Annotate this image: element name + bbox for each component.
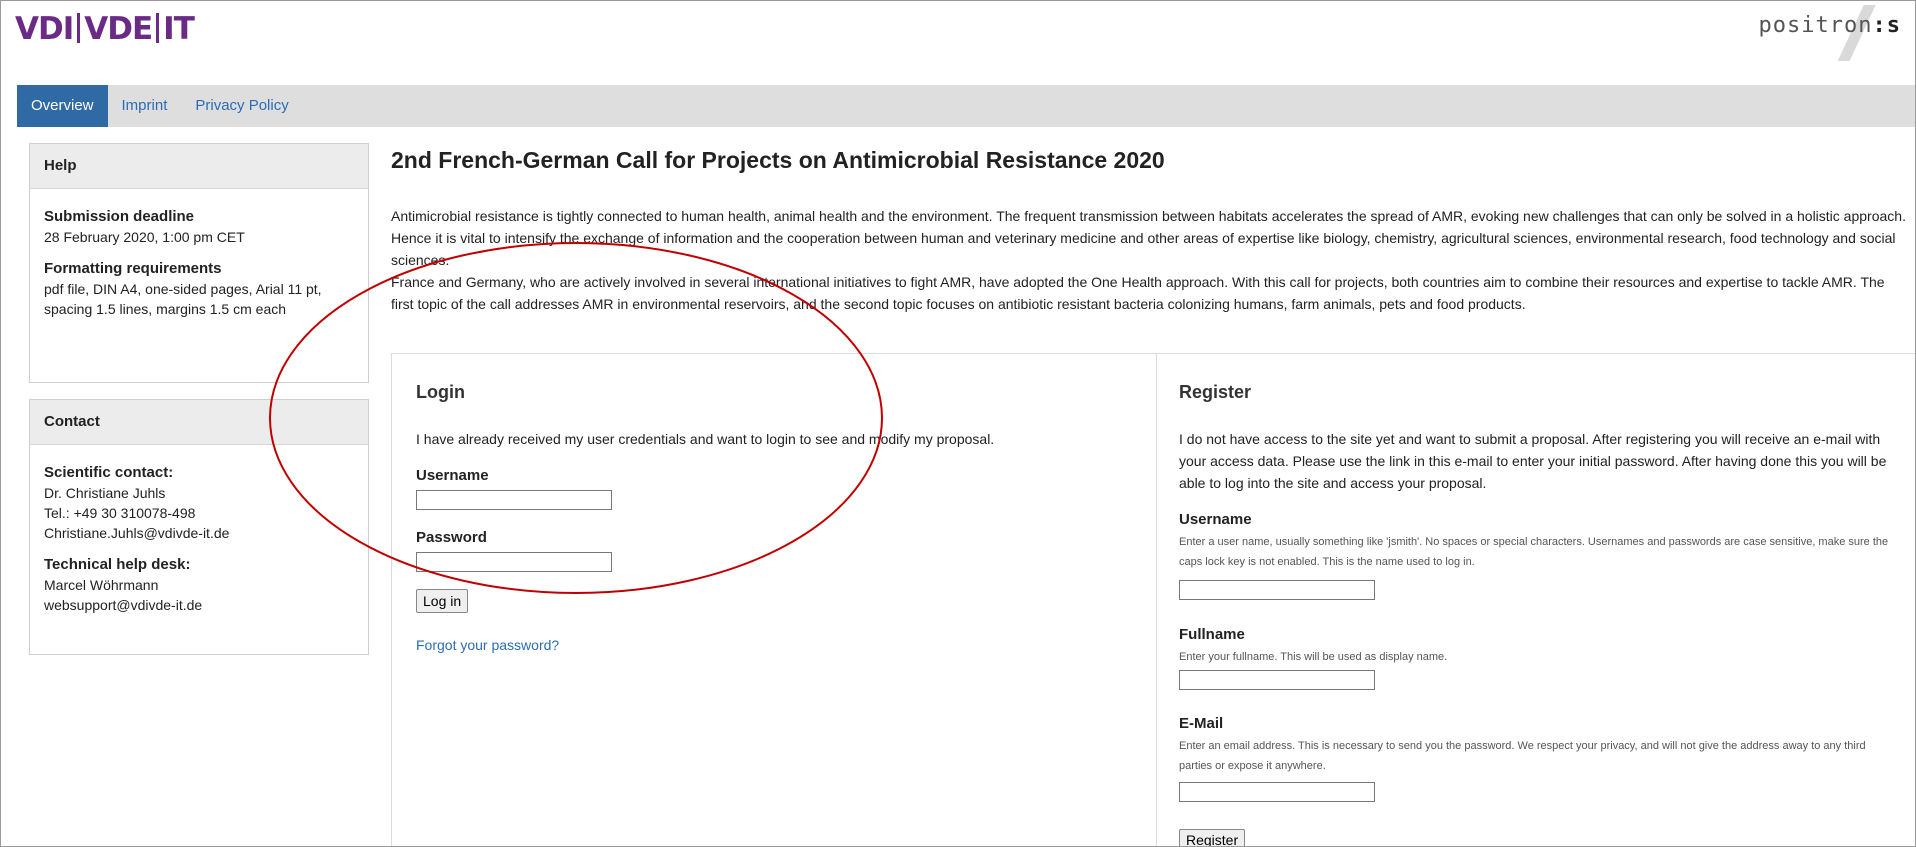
technical-help-name: Marcel Wöhrmann (44, 577, 159, 593)
vdivde-logo[interactable]: VDI VDE IT (15, 9, 195, 49)
formatting-line-1: pdf file, DIN A4, one-sided pages, Arial… (44, 281, 322, 297)
register-fullname-input[interactable] (1179, 670, 1375, 690)
register-username-input[interactable] (1179, 580, 1375, 600)
intro-paragraph-1: Antimicrobial resistance is tightly conn… (391, 208, 1906, 268)
positron-logo: positron:s (1758, 5, 1901, 61)
login-panel: Login I have already received my user cr… (392, 354, 1157, 846)
main-nav: Overview Imprint Privacy Policy (17, 85, 1915, 127)
tab-privacy-policy[interactable]: Privacy Policy (181, 85, 302, 127)
tab-overview[interactable]: Overview (17, 85, 108, 127)
technical-help-email[interactable]: websupport@vdivde-it.de (44, 595, 354, 615)
register-email-input[interactable] (1179, 782, 1375, 802)
scientific-contact-name: Dr. Christiane Juhls (44, 485, 166, 501)
deadline-value: 28 February 2020, 1:00 pm CET (44, 229, 245, 245)
logo-divider (156, 13, 160, 43)
intro-text: Antimicrobial resistance is tightly conn… (391, 205, 1907, 315)
logo-part-vde: VDE (84, 11, 153, 47)
formatting-line-2: spacing 1.5 lines, margins 1.5 cm each (44, 301, 287, 317)
register-heading: Register (1179, 382, 1252, 402)
register-username-help: Enter a user name, usually something lik… (1179, 536, 1889, 568)
contact-box: Contact Scientific contact: Dr. Christia… (29, 399, 369, 655)
register-fullname-label: Fullname (1179, 626, 1245, 643)
page-title: 2nd French-German Call for Projects on A… (391, 147, 1165, 173)
scientific-contact-email[interactable]: Christiane.Juhls@vdivde-it.de (44, 523, 354, 543)
register-button[interactable]: Register (1179, 829, 1246, 846)
auth-panels: Login I have already received my user cr… (391, 353, 1915, 846)
register-fullname-help: Enter your fullname. This will be used a… (1179, 651, 1448, 663)
help-box-body: Submission deadline 28 February 2020, 1:… (30, 189, 368, 329)
login-password-label: Password (416, 529, 487, 546)
technical-help-label: Technical help desk: (44, 556, 191, 573)
register-description: I do not have access to the site yet and… (1179, 431, 1887, 491)
intro-paragraph-2: France and Germany, who are actively inv… (391, 274, 1885, 312)
login-username-input[interactable] (416, 490, 612, 510)
contact-box-body: Scientific contact: Dr. Christiane Juhls… (30, 445, 368, 625)
login-heading: Login (416, 382, 465, 402)
logo-part-vdi: VDI (15, 11, 74, 47)
help-box: Help Submission deadline 28 February 202… (29, 143, 369, 383)
register-username-label: Username (1179, 511, 1252, 528)
forgot-password-link[interactable]: Forgot your password? (416, 637, 559, 653)
scientific-contact-label: Scientific contact: (44, 464, 174, 481)
positron-logo-suffix: :s (1872, 13, 1901, 38)
deadline-label: Submission deadline (44, 208, 195, 225)
register-email-label: E-Mail (1179, 715, 1224, 732)
register-panel: Register I do not have access to the sit… (1157, 354, 1915, 846)
positron-logo-text: positron (1758, 13, 1873, 38)
tab-imprint[interactable]: Imprint (108, 85, 182, 127)
contact-box-title: Contact (30, 400, 368, 445)
login-description: I have already received my user credenti… (416, 431, 995, 447)
help-box-title: Help (30, 144, 368, 189)
login-button[interactable]: Log in (416, 589, 469, 613)
login-username-label: Username (416, 467, 489, 484)
scientific-contact-phone: Tel.: +49 30 310078-498 (44, 505, 196, 521)
logo-divider (77, 13, 81, 43)
logo-part-it: IT (163, 11, 195, 47)
login-password-input[interactable] (416, 552, 612, 572)
page-frame: VDI VDE IT positron:s Overview Imprint Pri… (0, 0, 1916, 847)
formatting-label: Formatting requirements (44, 260, 222, 277)
register-email-help: Enter an email address. This is necessar… (1179, 740, 1866, 772)
